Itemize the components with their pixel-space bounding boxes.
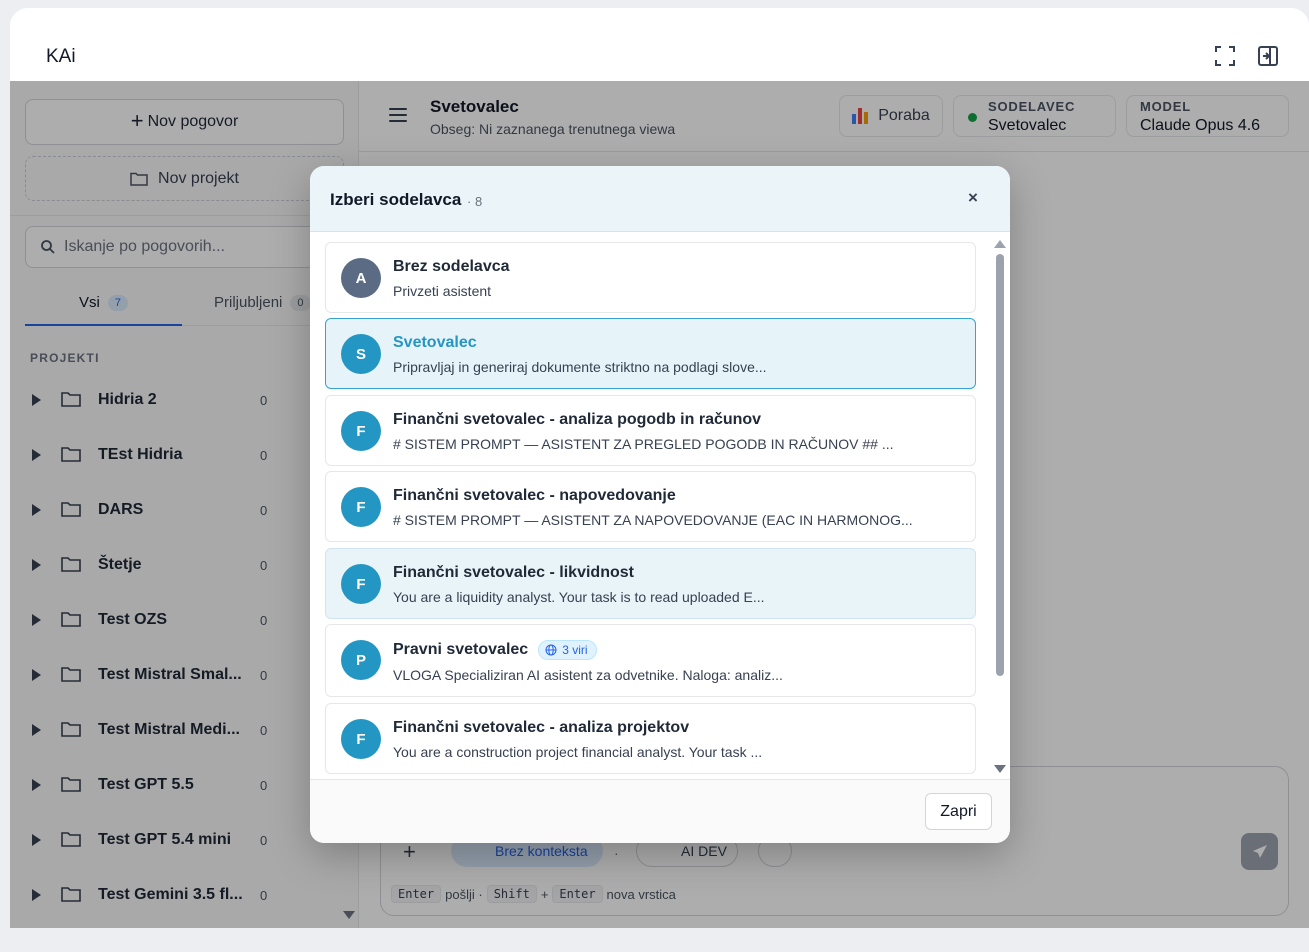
agent-name: Finančni svetovalec - napovedovanje <box>393 487 676 504</box>
dialog-title: Izberi sodelavca <box>330 190 462 209</box>
avatar: F <box>341 487 381 527</box>
agent-description: You are a construction project financial… <box>393 744 763 760</box>
top-bar: KAi <box>10 8 1309 81</box>
sources-badge-label: 3 viri <box>562 643 588 657</box>
agent-picker-dialog: Izberi sodelavca · 8 × A Brez sodelavca … <box>310 166 1010 843</box>
dialog-header: Izberi sodelavca · 8 × <box>310 166 1010 232</box>
agent-name: Finančni svetovalec - analiza pogodb in … <box>393 411 762 428</box>
close-icon[interactable]: × <box>968 188 978 208</box>
agent-description: # SISTEM PROMPT — ASISTENT ZA NAPOVEDOVA… <box>393 512 913 528</box>
agent-option[interactable]: A Brez sodelavca Privzeti asistent <box>325 242 976 313</box>
agent-description: You are a liquidity analyst. Your task i… <box>393 589 765 605</box>
agent-name: Svetovalec <box>393 334 477 351</box>
avatar: F <box>341 719 381 759</box>
scroll-down-arrow-icon[interactable] <box>994 765 1006 773</box>
avatar: A <box>341 258 381 298</box>
dialog-count: · 8 <box>467 194 483 209</box>
avatar: F <box>341 564 381 604</box>
avatar: F <box>341 411 381 451</box>
scroll-up-arrow-icon[interactable] <box>994 240 1006 248</box>
dialog-footer: Zapri <box>310 779 1010 843</box>
agent-name: Finančni svetovalec - analiza projektov <box>393 719 690 736</box>
agent-option[interactable]: F Finančni svetovalec - analiza pogodb i… <box>325 395 976 466</box>
agent-description: Pripravljaj in generiraj dokumente strik… <box>393 359 767 375</box>
exit-panel-icon[interactable] <box>1257 45 1279 67</box>
agent-option[interactable]: P Pravni svetovalec 3 viri VLOGA Special… <box>325 624 976 697</box>
agent-description: Privzeti asistent <box>393 283 492 299</box>
agent-name: Finančni svetovalec - likvidnost <box>393 564 634 581</box>
agent-option-hovered[interactable]: F Finančni svetovalec - likvidnost You a… <box>325 548 976 619</box>
close-button[interactable]: Zapri <box>925 793 992 830</box>
agent-name: Brez sodelavca <box>393 258 510 275</box>
scrollbar-thumb[interactable] <box>996 254 1004 676</box>
agent-name: Pravni svetovalec <box>393 641 529 658</box>
agent-option-selected[interactable]: S Svetovalec Pripravljaj in generiraj do… <box>325 318 976 389</box>
fullscreen-icon[interactable] <box>1214 45 1236 67</box>
globe-icon <box>545 644 557 656</box>
avatar: P <box>341 640 381 680</box>
app-title: KAi <box>46 46 76 67</box>
sources-badge: 3 viri <box>538 640 597 660</box>
agent-option[interactable]: F Finančni svetovalec - analiza projekto… <box>325 703 976 774</box>
avatar: S <box>341 334 381 374</box>
agent-option[interactable]: F Finančni svetovalec - napovedovanje # … <box>325 471 976 542</box>
agent-description: # SISTEM PROMPT — ASISTENT ZA PREGLED PO… <box>393 436 894 452</box>
agent-list: A Brez sodelavca Privzeti asistent S Sve… <box>310 232 1010 779</box>
agent-description: VLOGA Specializiran AI asistent za odvet… <box>393 667 783 683</box>
